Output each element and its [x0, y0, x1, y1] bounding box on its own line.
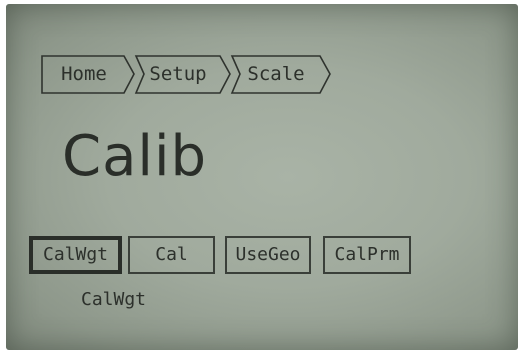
softkey-cal-button[interactable]: Cal: [128, 236, 215, 274]
breadcrumb-item-setup[interactable]: Setup: [138, 54, 218, 94]
page-title: Calib: [62, 124, 208, 189]
device-frame: Home Setup Scale Calib CalWgt Cal UseGeo…: [0, 0, 524, 354]
softkey-usegeo-button[interactable]: UseGeo: [225, 236, 311, 274]
breadcrumb: Home Setup Scale: [40, 54, 340, 96]
softkey-calprm-button[interactable]: CalPrm: [323, 236, 411, 274]
lcd-screen: Home Setup Scale Calib CalWgt Cal UseGeo…: [6, 4, 518, 350]
breadcrumb-item-home[interactable]: Home: [42, 54, 126, 94]
breadcrumb-item-scale[interactable]: Scale: [234, 54, 318, 94]
selected-softkey-label: CalWgt: [81, 289, 147, 310]
softkey-calwgt-button[interactable]: CalWgt: [29, 236, 122, 274]
